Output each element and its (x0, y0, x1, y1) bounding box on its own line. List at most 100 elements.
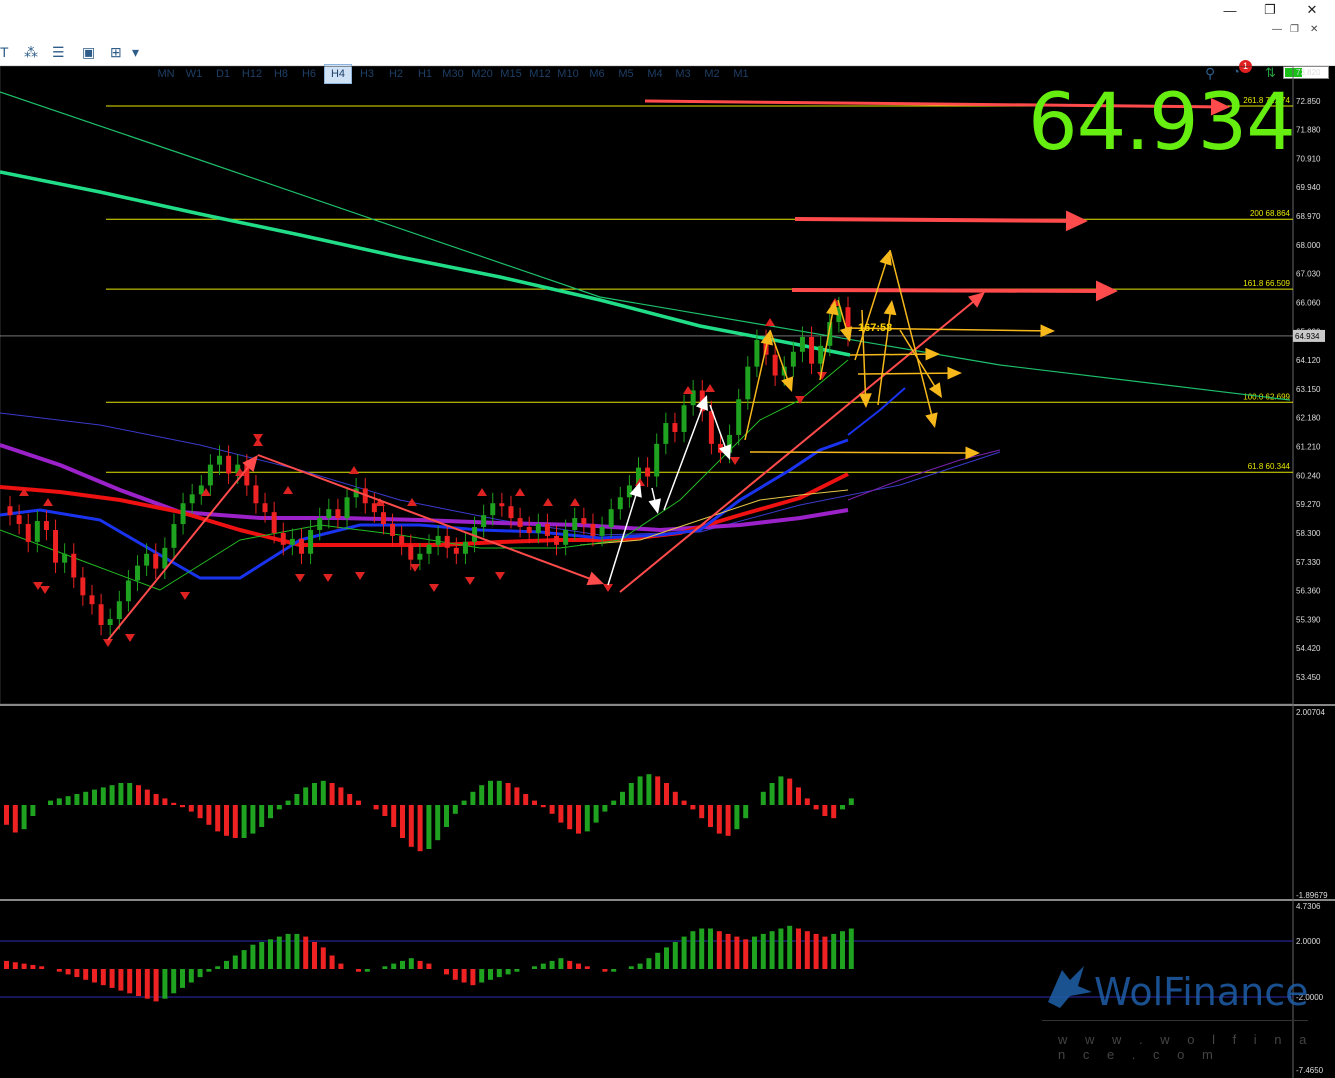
macd-histogram-bar (496, 780, 502, 805)
chart-minimize-button[interactable]: — (1272, 24, 1282, 35)
oscillator-bar (118, 969, 124, 991)
oscillator-bar (197, 969, 203, 978)
macd-top-label: 2.00704 (1296, 708, 1325, 717)
macd-histogram-bar (602, 805, 608, 812)
objects-tool-icon[interactable]: ⁂ (24, 44, 38, 61)
macd-histogram-bar (796, 787, 801, 805)
candle-body (399, 535, 405, 545)
macd-histogram-bar (435, 805, 441, 841)
macd-histogram-bar (373, 805, 379, 810)
price-chart[interactable]: 73.820 72.850 71.880 70.910 69.940 68.970 68.0… (0, 66, 1335, 1078)
shapes-tool-icon[interactable]: ▣ (82, 44, 95, 61)
oscillator-bar (320, 947, 326, 969)
close-window-button[interactable]: ✕ (1292, 0, 1332, 20)
candle-body (53, 529, 59, 563)
oscillator-bar (329, 955, 335, 969)
oscillator-bar (382, 966, 388, 969)
oscillator-bar (716, 931, 722, 969)
macd-histogram-bar (584, 805, 590, 832)
candle-body (453, 547, 459, 554)
macd-histogram-bar (769, 783, 775, 805)
price-tick-label: 57.330 (1296, 558, 1321, 567)
candle-body (217, 455, 222, 465)
oscillator-bar (224, 960, 229, 969)
candle-body (581, 518, 587, 525)
orange-level-arrow-head (925, 347, 940, 361)
oscillator-bar (391, 963, 397, 969)
candle-body (116, 601, 122, 620)
macd-histogram-bar (637, 776, 643, 805)
up-fractal-marker (543, 498, 553, 506)
candle-body (772, 354, 778, 376)
candle-body (754, 339, 760, 367)
oscillator-bar (4, 960, 9, 969)
minimize-window-button[interactable]: — (1210, 0, 1250, 20)
candle-body (125, 580, 131, 602)
chart-close-button[interactable]: ✕ (1310, 24, 1318, 35)
title-bar: — ❐ ✕ (0, 0, 1335, 21)
down-fractal-marker (180, 592, 190, 600)
oscillator-bar (787, 925, 793, 969)
oscillator-bar (188, 969, 194, 983)
wolfinance-watermark: WolFinance w w w . w o l f i n a n c e .… (1040, 960, 1320, 1070)
restore-window-button[interactable]: ❐ (1250, 0, 1290, 20)
macd-histogram-bar (294, 794, 300, 805)
macd-histogram-bar (620, 791, 625, 805)
candle-body (818, 345, 824, 364)
oscillator-bar (444, 969, 449, 975)
oscillator-bar (681, 936, 687, 969)
oscillator-bar (92, 969, 97, 983)
orange-arrow-down-head (859, 393, 872, 408)
tools-dropdown-icon[interactable]: ▾ (132, 44, 139, 61)
oscillator-bar (734, 936, 740, 969)
target-arrow-161 (791, 288, 1103, 293)
macd-histogram-bar (250, 805, 256, 834)
candle-body (617, 497, 623, 510)
candle-body (608, 509, 614, 528)
macd-histogram-bar (822, 805, 828, 816)
candle-body (672, 423, 678, 432)
ma-fast-green (0, 359, 849, 591)
macd-histogram-bar (153, 794, 159, 805)
oscillator-bar (162, 969, 168, 999)
macd-histogram-bar (4, 805, 9, 825)
price-tick-label: 62.180 (1296, 414, 1321, 423)
candle-body (107, 619, 113, 626)
bar-countdown-timer: 167:58 (858, 322, 892, 334)
candle-body (171, 524, 177, 548)
macd-histogram-bar (813, 805, 819, 810)
macd-histogram-bar (268, 805, 273, 819)
oscillator-bar (259, 942, 265, 969)
macd-bottom-label: -1.89679 (1296, 891, 1328, 900)
macd-histogram-bar (549, 805, 555, 814)
fib-level-label: 200 68.864 (1250, 209, 1291, 218)
big-price-display: 64.934 (1028, 78, 1296, 168)
price-tick-label: 67.030 (1296, 270, 1321, 279)
macd-histogram-bar (576, 805, 581, 834)
candle-body (544, 524, 550, 536)
macd-histogram-bar (74, 794, 80, 805)
macd-histogram-bar (48, 800, 53, 805)
ma-navy (0, 412, 1001, 536)
candle-body (481, 515, 487, 528)
price-tick-label: 68.970 (1296, 212, 1321, 221)
chart-restore-button[interactable]: ❐ (1290, 24, 1299, 35)
oscillator-bar (655, 952, 661, 969)
price-tick-label: 71.880 (1296, 126, 1321, 135)
fibonacci-tool-icon[interactable]: ☰ (52, 44, 65, 61)
oscillator-bar (488, 969, 493, 980)
macd-histogram-bar (162, 798, 168, 805)
price-tick-label: 69.940 (1296, 183, 1321, 192)
oscillator-bar (664, 947, 669, 969)
orange-arrow-down-head (928, 382, 942, 398)
oscillator-bar (65, 969, 71, 975)
oscillator-bar (646, 958, 652, 969)
text-tool-icon[interactable]: T (0, 44, 9, 60)
candle-body (390, 524, 396, 536)
oscillator-bar (136, 969, 141, 996)
oscillator-bar (56, 969, 62, 972)
templates-tool-icon[interactable]: ⊞ (110, 44, 122, 61)
oscillator-bar (479, 969, 485, 983)
candle-body (7, 506, 13, 516)
macd-histogram-bar (734, 805, 740, 830)
